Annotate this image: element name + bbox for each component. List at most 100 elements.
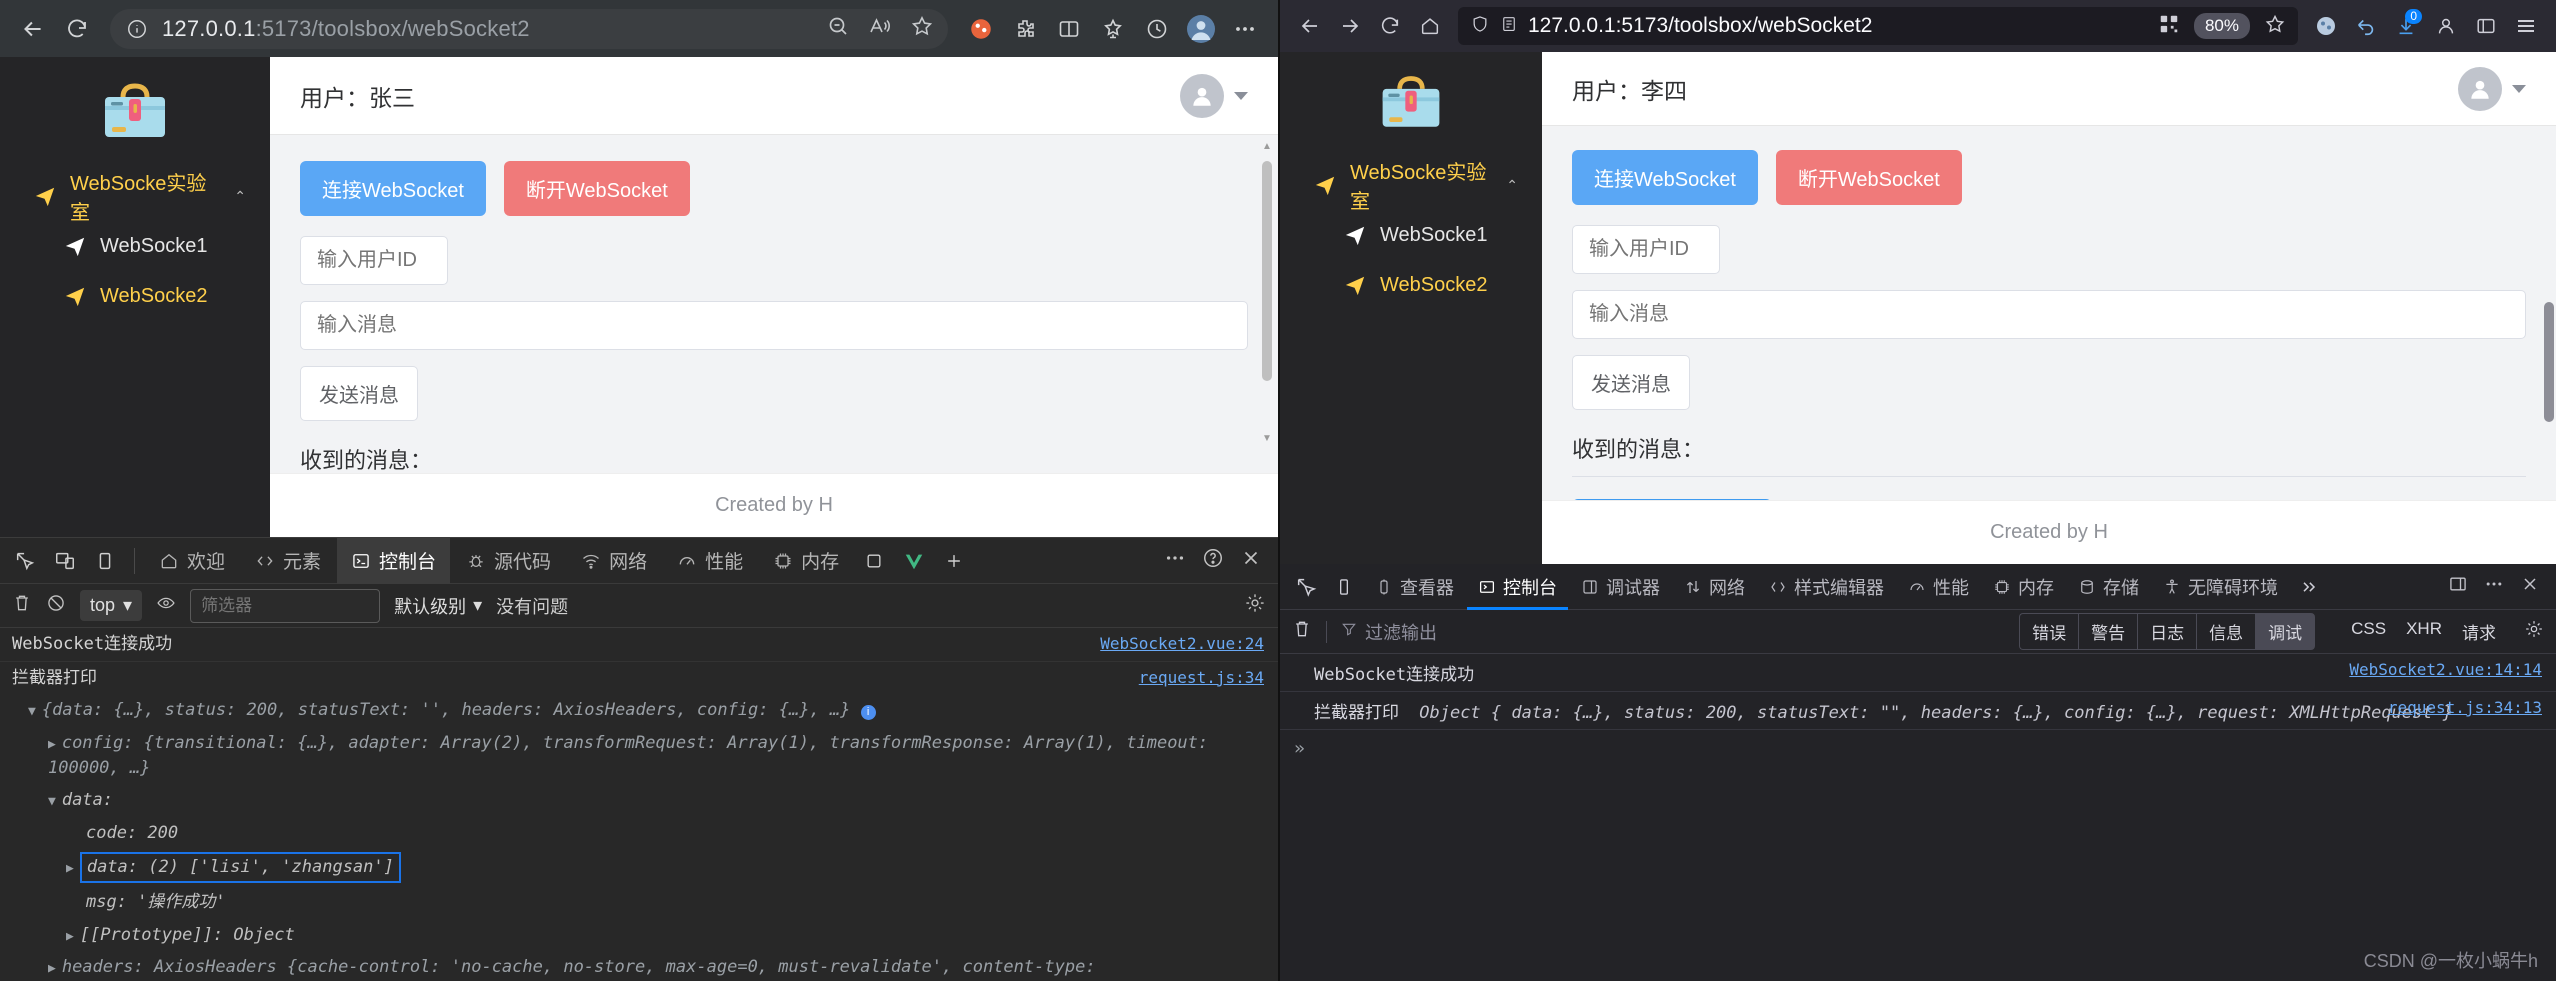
theme-icon[interactable] bbox=[2308, 8, 2344, 44]
avatar-group[interactable] bbox=[1180, 73, 1248, 118]
connect-websocket-button[interactable]: 连接WebSocket bbox=[1572, 150, 1758, 205]
chevron-down-icon[interactable] bbox=[2512, 84, 2526, 93]
tab-storage[interactable]: 存储 bbox=[2067, 564, 2150, 610]
info-icon[interactable]: i bbox=[860, 705, 876, 721]
log-row-config[interactable]: ▶ config: {transitional: {…}, adapter: Ar… bbox=[0, 727, 1278, 784]
panel-layout-icon[interactable] bbox=[86, 542, 124, 580]
site-info-icon[interactable] bbox=[124, 16, 150, 42]
close-icon[interactable] bbox=[1240, 547, 1262, 574]
shield-icon[interactable] bbox=[1470, 14, 1490, 39]
eye-icon[interactable] bbox=[156, 593, 176, 618]
sidebar-item-websocket1[interactable]: WebSocke1 bbox=[1280, 210, 1542, 260]
log-source-link[interactable]: request.js:34 bbox=[1139, 666, 1264, 689]
home-icon[interactable] bbox=[1412, 8, 1448, 44]
undo-icon[interactable] bbox=[2348, 8, 2384, 44]
tab-network[interactable]: 网络 bbox=[1673, 564, 1756, 610]
library-icon[interactable] bbox=[2468, 8, 2504, 44]
panel-layout-icon[interactable] bbox=[855, 542, 893, 580]
log-level-filters[interactable]: 错误 警告 日志 信息 调试 bbox=[2019, 613, 2316, 650]
plus-icon[interactable] bbox=[935, 542, 973, 580]
star-icon[interactable] bbox=[910, 14, 934, 43]
back-arrow-icon[interactable] bbox=[14, 10, 52, 48]
chevron-double-right-icon[interactable] bbox=[2291, 569, 2327, 605]
filter-input[interactable] bbox=[190, 588, 381, 623]
console-log-area[interactable]: WebSocket连接成功 WebSocket2.vue:14:14 拦截器打印… bbox=[1280, 654, 2556, 981]
scroll-down-icon[interactable]: ▼ bbox=[1260, 433, 1274, 447]
sidebar-item-websocket-lab[interactable]: WebSocke实验室 ⌃ bbox=[0, 171, 270, 224]
more-options-icon[interactable] bbox=[1226, 10, 1264, 48]
help-icon[interactable] bbox=[1202, 547, 1224, 574]
tab-network[interactable]: 网络 bbox=[567, 538, 661, 584]
avatar[interactable] bbox=[2458, 66, 2502, 111]
chevron-up-icon[interactable]: ⌃ bbox=[1506, 177, 1518, 194]
log-level-selector[interactable]: 默认级别 ▾ bbox=[394, 593, 482, 619]
zoom-out-icon[interactable] bbox=[826, 14, 850, 43]
filter-info[interactable]: 信息 bbox=[2196, 613, 2256, 650]
send-message-button[interactable]: 发送消息 bbox=[1572, 355, 1690, 410]
tab-style-editor[interactable]: 样式编辑器 bbox=[1758, 564, 1895, 610]
page-scrollbar[interactable]: ▲ ▼ bbox=[1260, 141, 1274, 447]
tab-elements[interactable]: 元素 bbox=[241, 538, 335, 584]
bookmark-icon[interactable] bbox=[2264, 13, 2286, 40]
inspect-icon[interactable] bbox=[6, 542, 44, 580]
address-bar[interactable]: 127.0.0.1:5173/toolsbox/webSocket2 80% bbox=[1458, 7, 2298, 45]
tab-inspector[interactable]: 查看器 bbox=[1364, 564, 1465, 610]
console-log-area[interactable]: WebSocket连接成功 WebSocket2.vue:24 拦截器打印 re… bbox=[0, 628, 1278, 981]
more-options-icon[interactable] bbox=[1164, 547, 1186, 574]
sidebar-item-websocket2[interactable]: WebSocke2 bbox=[0, 271, 270, 321]
device-toolbar-icon[interactable] bbox=[46, 542, 84, 580]
collapse-triangle-icon[interactable]: ▶ bbox=[48, 737, 56, 752]
avatar-group[interactable] bbox=[2458, 66, 2526, 111]
avatar[interactable] bbox=[1180, 73, 1224, 118]
sidebar-item-websocket-lab[interactable]: WebSocke实验室 ⌃ bbox=[1280, 160, 1542, 213]
disconnect-websocket-button[interactable]: 断开WebSocket bbox=[503, 161, 690, 216]
tab-memory[interactable]: 内存 bbox=[759, 538, 853, 584]
collapse-triangle-icon[interactable]: ▶ bbox=[48, 961, 56, 976]
page-info-icon[interactable] bbox=[1500, 15, 1518, 38]
tab-sources[interactable]: 源代码 bbox=[452, 538, 565, 584]
message-input[interactable] bbox=[1572, 290, 2526, 339]
filter-warnings[interactable]: 警告 bbox=[2078, 613, 2138, 650]
vue-devtools-icon[interactable] bbox=[895, 542, 933, 580]
context-selector[interactable]: top ▾ bbox=[80, 590, 143, 621]
responsive-design-icon[interactable] bbox=[1326, 569, 1362, 605]
filter-css[interactable]: CSS bbox=[2351, 619, 2386, 644]
reload-icon[interactable] bbox=[58, 10, 96, 48]
profile-avatar-icon[interactable] bbox=[1182, 10, 1220, 48]
gear-icon[interactable] bbox=[1244, 592, 1266, 619]
collections-icon[interactable] bbox=[962, 10, 1000, 48]
download-icon[interactable]: 0 bbox=[2388, 8, 2424, 44]
collapse-triangle-icon[interactable]: ▶ bbox=[66, 929, 74, 944]
account-icon[interactable] bbox=[2428, 8, 2464, 44]
filter-errors[interactable]: 错误 bbox=[2019, 613, 2079, 650]
log-row-object[interactable]: ▼ {data: {…}, status: 200, statusText: ''… bbox=[0, 694, 1278, 727]
issues-status[interactable]: 没有问题 bbox=[496, 593, 568, 619]
tab-performance[interactable]: 性能 bbox=[663, 538, 757, 584]
dock-panel-icon[interactable] bbox=[2448, 574, 2468, 599]
tab-welcome[interactable]: 欢迎 bbox=[145, 538, 239, 584]
split-screen-icon[interactable] bbox=[1050, 10, 1088, 48]
log-source-link[interactable]: WebSocket2.vue:14:14 bbox=[2349, 660, 2542, 679]
tab-memory[interactable]: 内存 bbox=[1982, 564, 2065, 610]
tab-console[interactable]: 控制台 bbox=[1467, 564, 1568, 610]
filter-requests[interactable]: 请求 bbox=[2462, 619, 2496, 644]
element-picker-icon[interactable] bbox=[1288, 569, 1324, 605]
expand-triangle-icon[interactable]: ▼ bbox=[28, 704, 36, 719]
close-icon[interactable] bbox=[2520, 574, 2540, 599]
log-row-headers[interactable]: ▶ headers: AxiosHeaders {cache-control: '… bbox=[0, 951, 1278, 981]
tab-debugger[interactable]: 调试器 bbox=[1570, 564, 1671, 610]
user-id-input[interactable] bbox=[300, 236, 448, 285]
favorites-icon[interactable] bbox=[1094, 10, 1132, 48]
qr-code-icon[interactable] bbox=[2158, 13, 2180, 40]
hamburger-menu-icon[interactable] bbox=[2508, 8, 2544, 44]
gear-icon[interactable] bbox=[2524, 619, 2544, 644]
collapse-triangle-icon[interactable]: ▶ bbox=[66, 861, 74, 876]
block-icon[interactable] bbox=[46, 593, 66, 618]
send-message-button[interactable]: 发送消息 bbox=[300, 366, 418, 421]
filter-debug[interactable]: 调试 bbox=[2255, 613, 2316, 650]
scroll-up-icon[interactable]: ▲ bbox=[1260, 141, 1274, 155]
chevron-down-icon[interactable] bbox=[1234, 91, 1248, 100]
tab-performance[interactable]: 性能 bbox=[1897, 564, 1980, 610]
expand-triangle-icon[interactable]: ▼ bbox=[48, 794, 56, 809]
filter-input[interactable]: 过滤输出 bbox=[1341, 619, 1761, 645]
